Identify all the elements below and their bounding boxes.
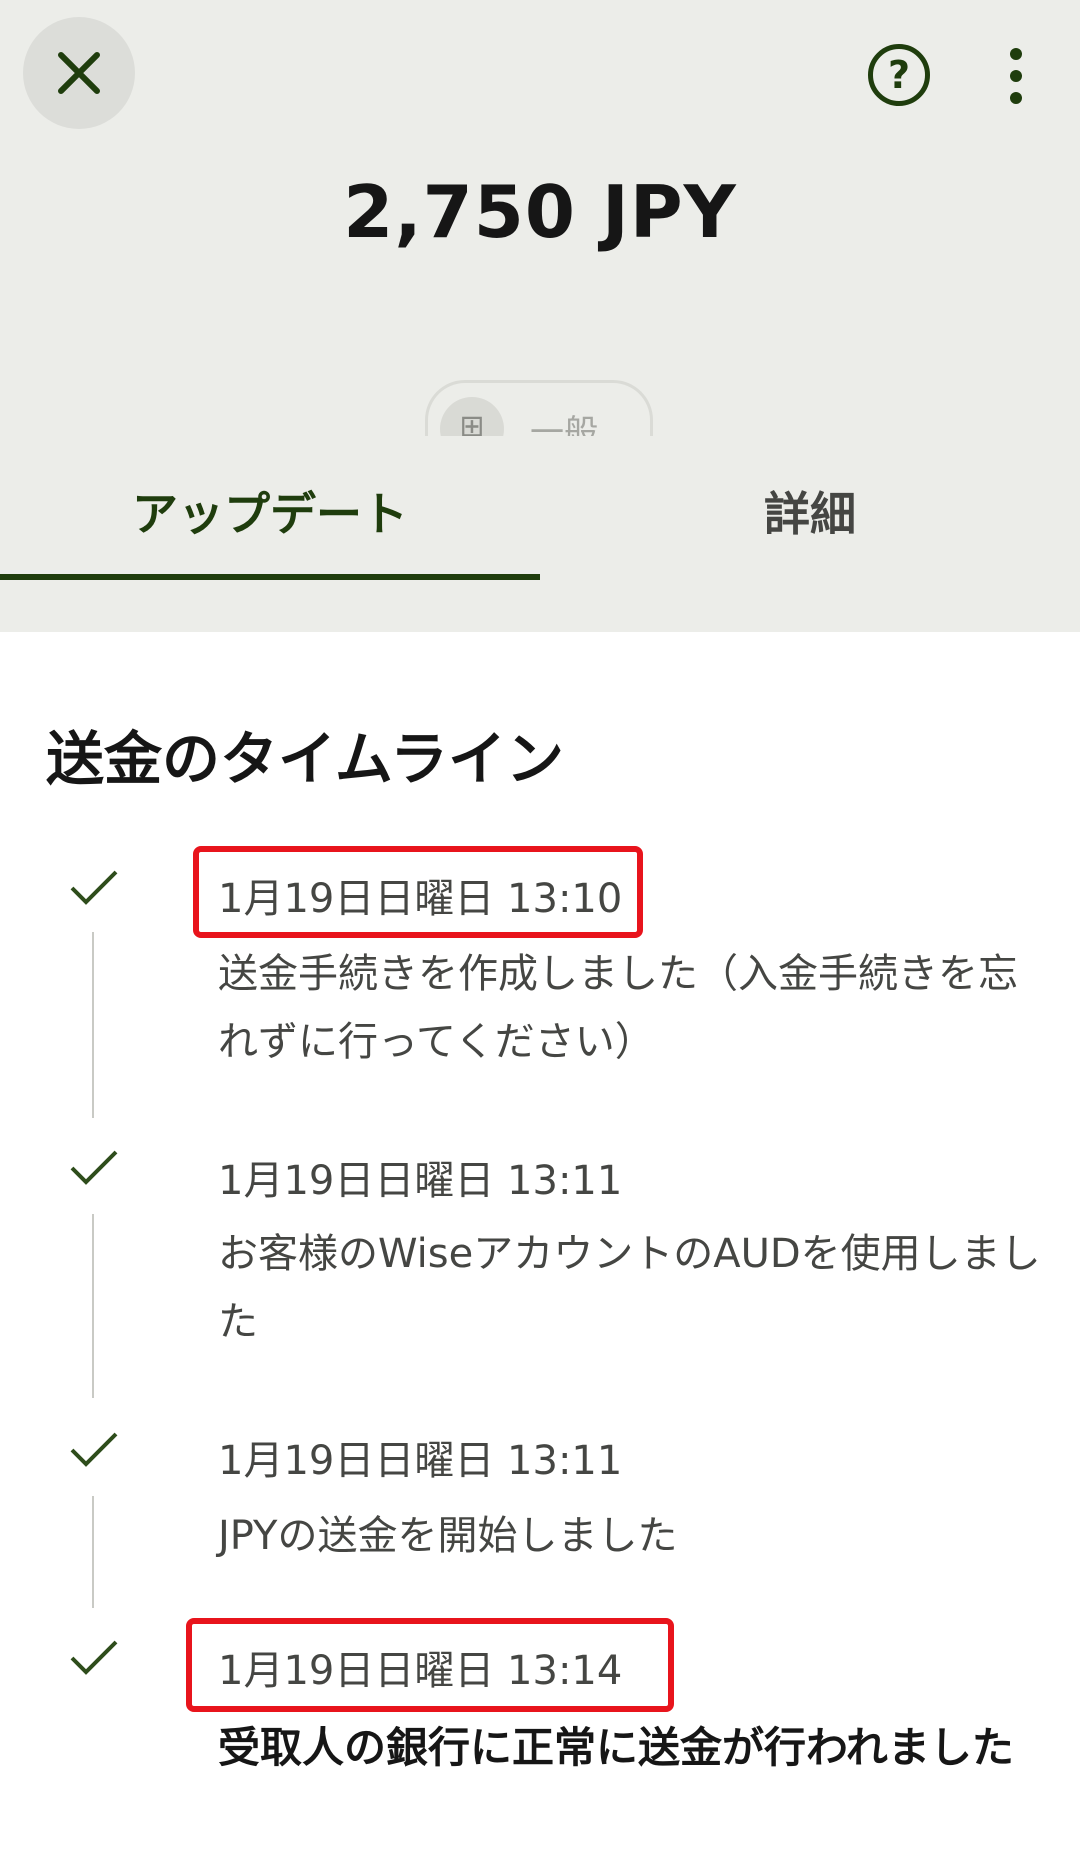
tab-updates[interactable]: アップデート bbox=[0, 478, 540, 546]
check-icon bbox=[70, 1640, 118, 1675]
timeline-connector bbox=[92, 1214, 94, 1398]
timeline-connector bbox=[92, 932, 94, 1118]
check-icon bbox=[70, 1150, 118, 1185]
check-icon bbox=[70, 1432, 118, 1467]
close-icon bbox=[58, 52, 100, 94]
timeline-title: 送金のタイムライン bbox=[46, 725, 564, 793]
help-icon: ? bbox=[887, 53, 911, 97]
timeline-connector bbox=[92, 1496, 94, 1608]
category-label: 一般 bbox=[530, 413, 598, 436]
transfer-header: ? 2,750 JPY ⊞ 一般 アップデート 詳細 bbox=[0, 0, 1080, 632]
close-button[interactable] bbox=[23, 17, 135, 129]
event-date: 1月19日日曜日 13:11 bbox=[218, 1158, 623, 1204]
event-description: 送金手続きを作成しました（入金手続きを忘れずに行ってください） bbox=[218, 951, 1018, 1065]
more-options-button[interactable] bbox=[994, 46, 1042, 106]
more-vertical-icon bbox=[1010, 48, 1022, 60]
event-date: 1月19日日曜日 13:11 bbox=[218, 1438, 623, 1484]
transfer-amount: 2,750 JPY bbox=[343, 170, 737, 254]
highlight-box bbox=[186, 1618, 674, 1712]
event-description: お客様のWiseアカウントのAUDを使用しました bbox=[218, 1231, 1041, 1345]
active-tab-indicator bbox=[0, 574, 540, 580]
tab-details[interactable]: 詳細 bbox=[540, 478, 1080, 546]
check-icon bbox=[70, 870, 118, 905]
category-chip[interactable]: ⊞ 一般 bbox=[425, 380, 653, 436]
event-description: JPYの送金を開始しました bbox=[218, 1513, 678, 1559]
grid-icon: ⊞ bbox=[440, 397, 504, 436]
help-button[interactable]: ? bbox=[868, 44, 930, 106]
event-description: 受取人の銀行に正常に送金が行われました bbox=[218, 1723, 1014, 1772]
highlight-box bbox=[193, 846, 643, 938]
